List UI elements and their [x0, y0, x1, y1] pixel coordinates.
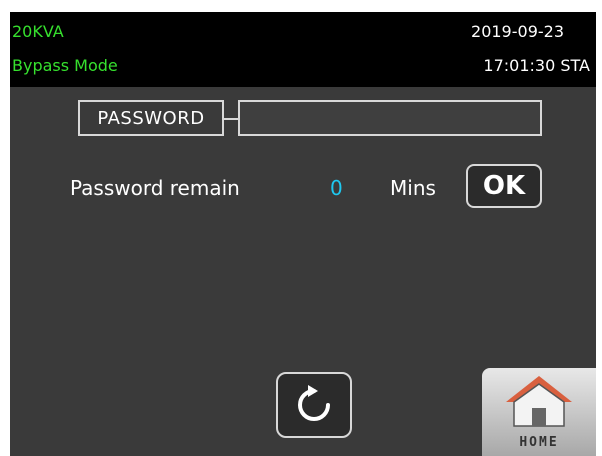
password-label: PASSWORD	[78, 100, 224, 136]
date-label: 2019-09-23	[471, 22, 564, 41]
refresh-icon	[298, 385, 330, 421]
ok-button[interactable]: OK	[466, 164, 542, 208]
home-label: HOME	[519, 435, 559, 450]
password-remain-label: Password remain	[70, 176, 240, 200]
password-remain-unit: Mins	[390, 176, 436, 200]
password-input[interactable]	[238, 100, 542, 136]
time-label: 17:01:30 STA	[483, 56, 590, 75]
password-remain-value: 0	[330, 176, 343, 200]
model-label: 20KVA	[12, 22, 64, 41]
password-connector	[224, 118, 238, 120]
ups-screen: 20KVA Bypass Mode 2019-09-23 17:01:30 ST…	[10, 12, 596, 456]
status-header: 20KVA Bypass Mode 2019-09-23 17:01:30 ST…	[10, 12, 596, 87]
home-button[interactable]: HOME	[482, 368, 596, 456]
mode-label: Bypass Mode	[12, 56, 118, 75]
refresh-button[interactable]	[276, 372, 352, 438]
home-icon	[506, 376, 572, 427]
